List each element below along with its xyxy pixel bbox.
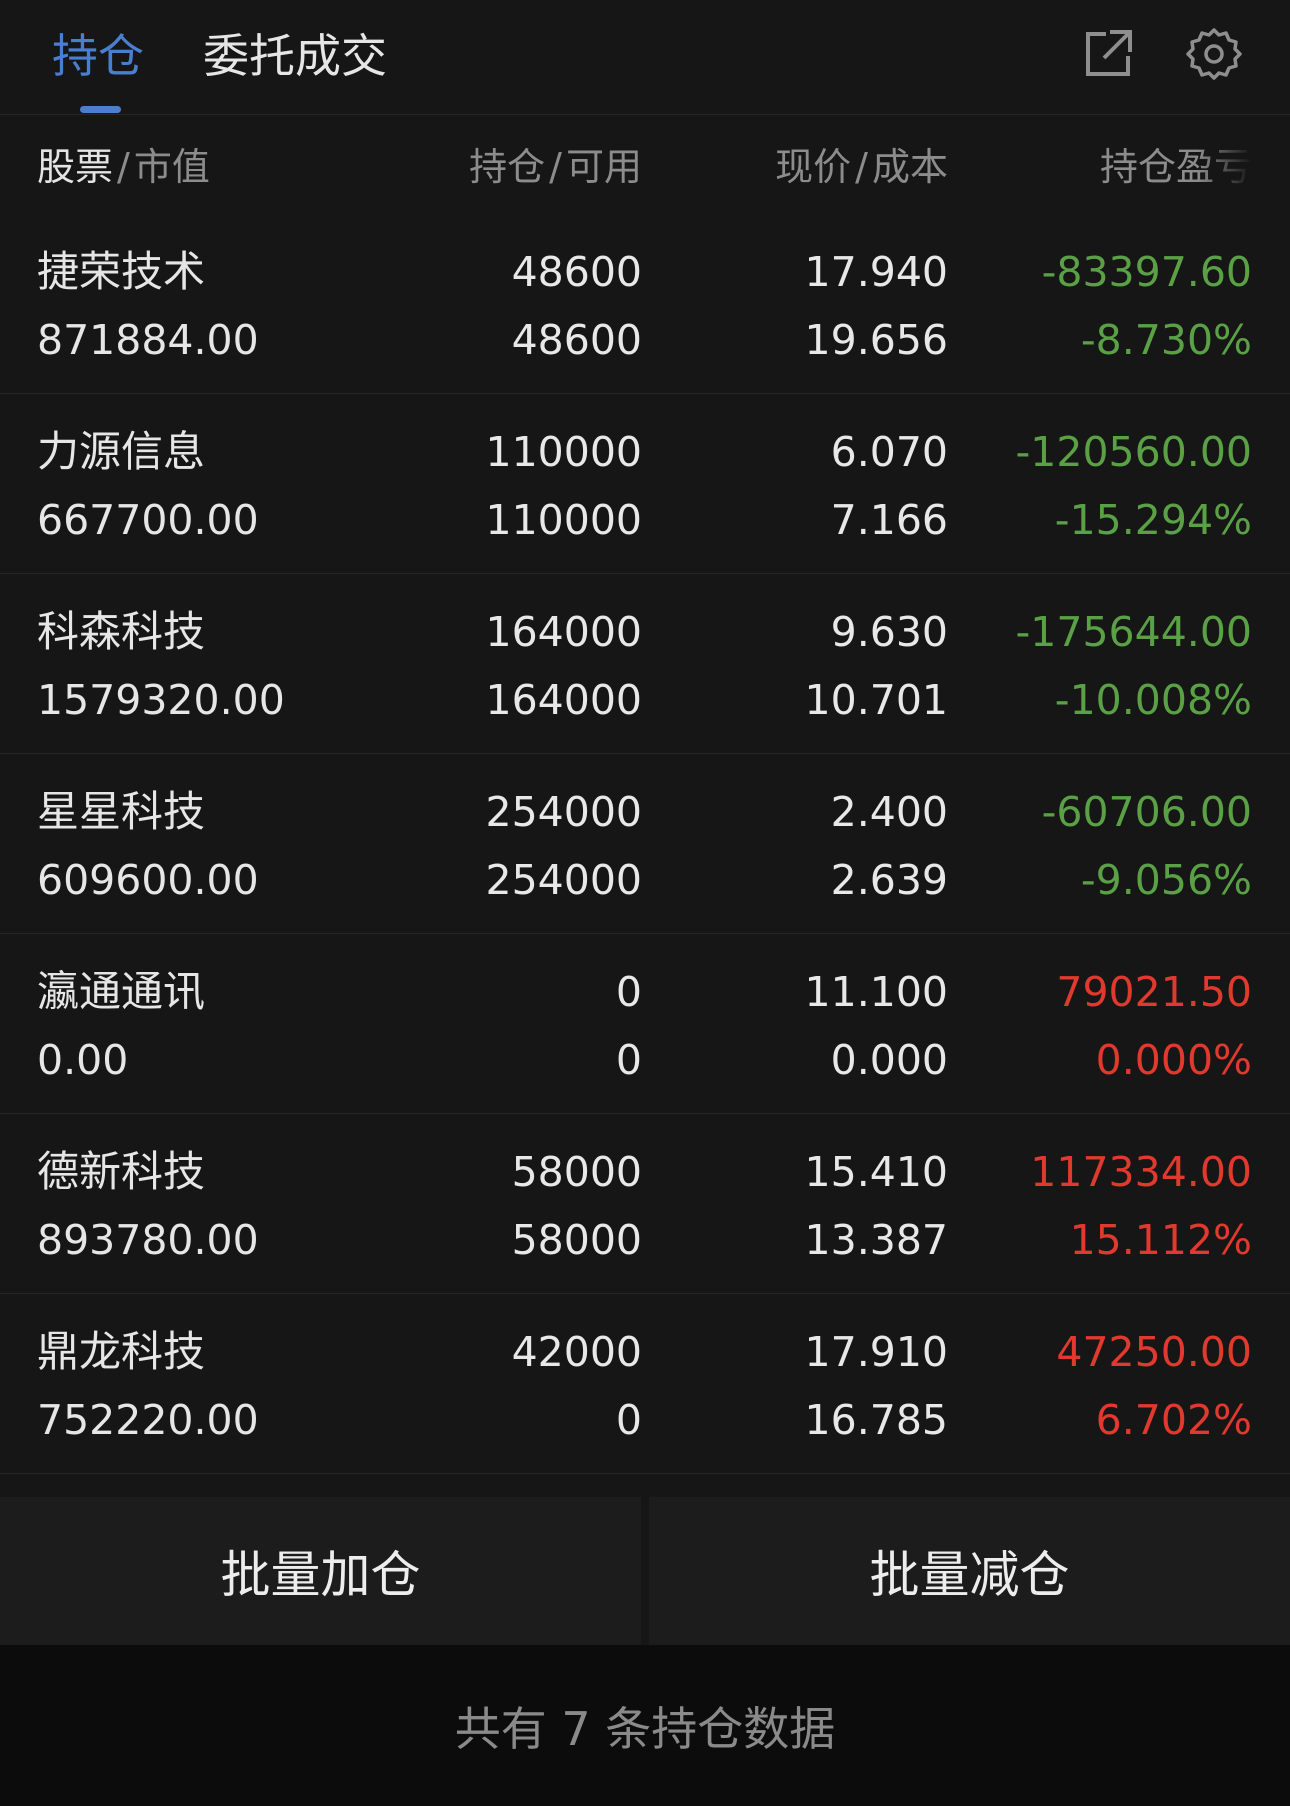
available-qty: 48600: [511, 316, 642, 364]
positions-list: 捷荣技术 871884.00 48600 48600 17.940 19.656…: [0, 214, 1290, 1474]
current-price: 9.630: [830, 608, 948, 656]
top-tab-bar: 持仓 委托成交: [0, 0, 1290, 115]
table-row[interactable]: 瀛通通讯 0.00 0 0 11.100 0.000 79021.50 0.00…: [0, 934, 1290, 1114]
stock-name: 科森科技: [37, 607, 206, 656]
available-qty: 164000: [485, 676, 642, 724]
stock-name: 德新科技: [37, 1147, 206, 1196]
positions-count-footer: 共有 7 条持仓数据: [0, 1645, 1290, 1806]
cost-price: 19.656: [804, 316, 948, 364]
header-stock-market-value: 股票 / 市值: [37, 145, 210, 189]
profit-loss: -120560.00: [1015, 428, 1252, 476]
profit-loss: 47250.00: [1056, 1328, 1252, 1376]
available-qty: 0: [615, 1396, 642, 1444]
tab-positions[interactable]: 持仓: [52, 26, 144, 86]
profit-loss-pct: -9.056%: [1080, 856, 1252, 904]
current-price: 17.940: [804, 248, 948, 296]
market-value: 893780.00: [37, 1216, 259, 1264]
table-row[interactable]: 鼎龙科技 752220.00 42000 0 17.910 16.785 472…: [0, 1294, 1290, 1474]
available-qty: 0: [615, 1036, 642, 1084]
header-available: 可用: [565, 145, 642, 189]
available-qty: 58000: [511, 1216, 642, 1264]
header-profit-loss: 持仓盈亏: [1099, 145, 1252, 189]
profit-loss: -60706.00: [1041, 788, 1252, 836]
market-value: 0.00: [37, 1036, 129, 1084]
current-price: 17.910: [804, 1328, 948, 1376]
market-value: 1579320.00: [37, 676, 285, 724]
holding-qty: 42000: [511, 1328, 642, 1376]
header-market-value: 市值: [133, 145, 210, 189]
stock-name: 鼎龙科技: [37, 1327, 206, 1376]
market-value: 752220.00: [37, 1396, 259, 1444]
profit-loss: -175644.00: [1015, 608, 1252, 656]
market-value: 871884.00: [37, 316, 259, 364]
available-qty: 110000: [485, 496, 642, 544]
holding-qty: 48600: [511, 248, 642, 296]
available-qty: 254000: [485, 856, 642, 904]
profit-loss: 79021.50: [1056, 968, 1252, 1016]
stock-name: 捷荣技术: [37, 247, 206, 296]
active-tab-indicator: [80, 106, 121, 113]
header-holding-available: 持仓 / 可用: [469, 145, 642, 189]
header-price: 现价: [775, 145, 852, 189]
profit-loss-pct: -15.294%: [1054, 496, 1252, 544]
holding-qty: 254000: [485, 788, 642, 836]
profit-loss: -83397.60: [1041, 248, 1252, 296]
batch-add-button[interactable]: 批量加仓: [0, 1497, 641, 1645]
holding-qty: 110000: [485, 428, 642, 476]
cost-price: 7.166: [830, 496, 948, 544]
profit-loss-pct: -10.008%: [1054, 676, 1252, 724]
table-row[interactable]: 德新科技 893780.00 58000 58000 15.410 13.387…: [0, 1114, 1290, 1294]
cost-price: 10.701: [804, 676, 948, 724]
holding-qty: 0: [615, 968, 642, 1016]
header-holding: 持仓: [469, 145, 546, 189]
batch-action-bar: 批量加仓 批量减仓: [0, 1497, 1290, 1645]
table-row[interactable]: 星星科技 609600.00 254000 254000 2.400 2.639…: [0, 754, 1290, 934]
table-header: 股票 / 市值 持仓 / 可用 现价 / 成本 持仓盈亏: [0, 114, 1290, 214]
profit-loss-pct: 15.112%: [1069, 1216, 1252, 1264]
cost-price: 16.785: [804, 1396, 948, 1444]
table-row[interactable]: 力源信息 667700.00 110000 110000 6.070 7.166…: [0, 394, 1290, 574]
holding-qty: 58000: [511, 1148, 642, 1196]
profit-loss-pct: 0.000%: [1095, 1036, 1252, 1084]
cost-price: 13.387: [804, 1216, 948, 1264]
market-value: 609600.00: [37, 856, 259, 904]
batch-reduce-button[interactable]: 批量减仓: [649, 1497, 1290, 1645]
cost-price: 2.639: [830, 856, 948, 904]
profit-loss-pct: 6.702%: [1095, 1396, 1252, 1444]
header-cost: 成本: [871, 145, 948, 189]
profit-loss-pct: -8.730%: [1080, 316, 1252, 364]
current-price: 15.410: [804, 1148, 948, 1196]
settings-gear-icon[interactable]: [1186, 26, 1242, 82]
table-row[interactable]: 捷荣技术 871884.00 48600 48600 17.940 19.656…: [0, 214, 1290, 394]
stock-name: 星星科技: [37, 787, 206, 836]
cost-price: 0.000: [830, 1036, 948, 1084]
current-price: 11.100: [804, 968, 948, 1016]
profit-loss: 117334.00: [1030, 1148, 1252, 1196]
header-stock: 股票: [37, 145, 114, 189]
current-price: 6.070: [830, 428, 948, 476]
holding-qty: 164000: [485, 608, 642, 656]
share-icon[interactable]: [1080, 26, 1136, 82]
stock-name: 力源信息: [37, 427, 206, 476]
table-row[interactable]: 科森科技 1579320.00 164000 164000 9.630 10.7…: [0, 574, 1290, 754]
stock-name: 瀛通通讯: [37, 967, 206, 1016]
tab-orders-trades[interactable]: 委托成交: [203, 26, 387, 86]
header-price-cost: 现价 / 成本: [775, 145, 948, 189]
current-price: 2.400: [830, 788, 948, 836]
market-value: 667700.00: [37, 496, 259, 544]
